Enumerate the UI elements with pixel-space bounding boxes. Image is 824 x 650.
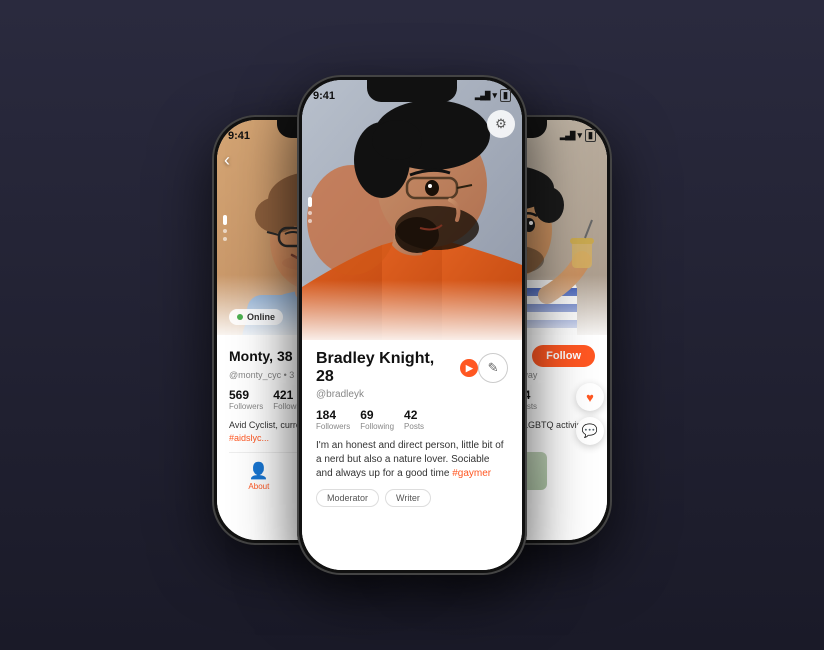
battery-center: ▮	[500, 89, 511, 102]
bio-center: I'm an honest and direct person, little …	[316, 439, 508, 481]
gear-icon-center: ⚙	[495, 116, 507, 132]
page-dots-center	[308, 197, 312, 223]
tags-center: Moderator Writer	[316, 489, 508, 507]
time-center: 9:41	[313, 90, 335, 102]
tag-moderator[interactable]: Moderator	[316, 489, 379, 507]
online-badge-left: Online	[229, 309, 283, 325]
notch-center	[367, 80, 457, 102]
stat-following-center: 69 Following	[360, 408, 394, 431]
person-icon-left: 👤	[249, 461, 269, 481]
back-icon-left: ‹	[224, 150, 230, 170]
battery-right: ▮	[585, 129, 596, 142]
stats-center: 184 Followers 69 Following 42 Posts	[316, 408, 508, 431]
time-left: 9:41	[228, 130, 250, 142]
dot-3-left	[223, 237, 227, 241]
follow-button-right[interactable]: Follow	[532, 345, 595, 367]
stat-followers-center: 184 Followers	[316, 408, 350, 431]
wifi-center: ▾	[493, 90, 498, 101]
online-dot-left	[237, 314, 243, 320]
dot-3-center	[308, 219, 312, 223]
hashtag-left: #aidslyc...	[229, 433, 269, 443]
profile-area-center: Bradley Knight, 28 ▶ ✎ @bradleyk 184 Fol…	[302, 340, 522, 570]
stat-posts-center: 42 Posts	[404, 408, 424, 431]
nav-label-about-left: About	[248, 482, 269, 491]
gear-button-center[interactable]: ⚙	[487, 110, 515, 138]
nav-item-about-left[interactable]: 👤 About	[248, 461, 269, 491]
dot-2-left	[223, 229, 227, 233]
tag-writer[interactable]: Writer	[385, 489, 431, 507]
signal-center: ▂▄█	[475, 91, 490, 100]
side-actions-right: ♥ 💬	[576, 383, 604, 445]
heart-button-right[interactable]: ♥	[576, 383, 604, 411]
signal-right: ▂▄█	[560, 131, 575, 140]
back-button-left[interactable]: ‹	[224, 150, 230, 171]
dot-1-center	[308, 197, 312, 207]
phones-container: 9:41 ▂▄█ ▾ ▮ ‹	[0, 0, 824, 650]
name-center: Bradley Knight, 28 ▶	[316, 350, 478, 386]
stat-followers-left: 569 Followers	[229, 388, 263, 411]
dot-1-left	[223, 215, 227, 225]
dot-2-center	[308, 211, 312, 215]
status-icons-center: ▂▄█ ▾ ▮	[475, 89, 511, 102]
profile-header-center: Bradley Knight, 28 ▶ ✎	[316, 350, 508, 386]
hashtag-center: #gaymer	[452, 468, 491, 479]
phone-center: 9:41 ▂▄█ ▾ ▮ ⚙	[297, 75, 527, 575]
username-center: @bradleyk	[316, 389, 508, 400]
verified-icon-center: ▶	[460, 359, 478, 377]
chat-button-right[interactable]: 💬	[576, 417, 604, 445]
wifi-right: ▾	[578, 130, 583, 141]
page-dots-left	[223, 215, 227, 241]
photo-gradient-center	[302, 280, 522, 340]
edit-icon-center: ✎	[488, 360, 499, 376]
edit-button-center[interactable]: ✎	[478, 353, 508, 383]
status-icons-right: ▂▄█ ▾ ▮	[560, 129, 596, 142]
online-label-left: Online	[247, 312, 275, 322]
